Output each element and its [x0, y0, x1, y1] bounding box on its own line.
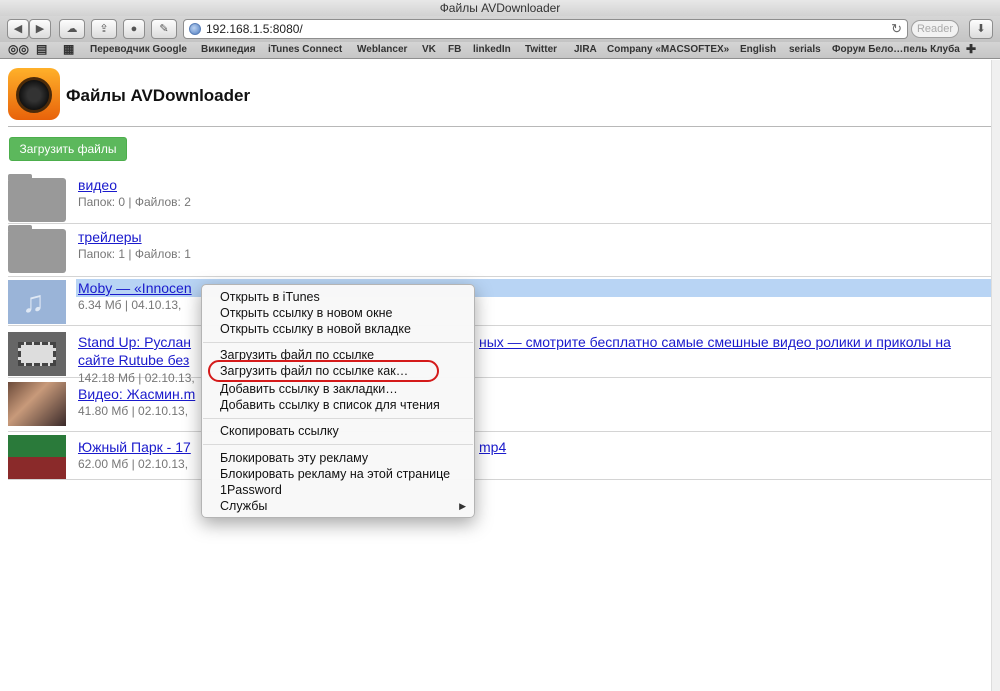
menu-item-open-new-window[interactable]: Открыть ссылку в новом окне — [220, 306, 392, 320]
list-item: видео Папок: 0 | Файлов: 2 — [8, 174, 991, 224]
bookmark-item[interactable]: linkedIn — [473, 44, 511, 55]
context-menu: Открыть в iTunes Открыть ссылку в новом … — [201, 284, 475, 518]
scrollbar[interactable] — [991, 60, 1000, 691]
file-link-continued[interactable]: ных — смотрите бесплатно самые смешные в… — [479, 334, 951, 350]
file-link[interactable]: Moby — «Innocen — [78, 280, 192, 296]
video-thumbnail — [8, 435, 66, 479]
submenu-arrow-icon: ▶ — [459, 501, 466, 511]
icloud-icon[interactable]: ☁ — [59, 19, 85, 39]
file-link[interactable]: Stand Up: Руслан — [78, 334, 191, 350]
bookmark-item[interactable]: iTunes Connect — [268, 44, 342, 55]
share-icon[interactable]: ⇪ — [91, 19, 117, 39]
bookmark-item[interactable]: Форум Бело…пель Клуба — [832, 44, 960, 55]
globe-icon — [189, 23, 201, 35]
reload-icon[interactable]: ↻ — [891, 21, 902, 37]
bookmark-item[interactable]: Переводчик Google — [90, 44, 187, 55]
menu-separator — [203, 444, 473, 445]
music-note-icon: ♫ — [22, 286, 45, 319]
reader-button[interactable]: Reader — [911, 20, 959, 38]
menu-item-1password[interactable]: 1Password — [220, 483, 282, 497]
reading-list-icon[interactable]: ◎◎ — [8, 42, 29, 56]
upload-files-button[interactable]: Загрузить файлы — [9, 137, 127, 161]
annotation-highlight-ring — [208, 360, 439, 382]
menu-item-services[interactable]: Службы — [220, 499, 267, 513]
menu-item-open-new-tab[interactable]: Открыть ссылку в новой вкладке — [220, 322, 411, 336]
menu-item-add-reading-list[interactable]: Добавить ссылку в список для чтения — [220, 398, 440, 412]
folder-meta: Папок: 0 | Файлов: 2 — [78, 195, 191, 209]
downloads-icon[interactable]: ⬇ — [969, 19, 993, 39]
bookmark-item[interactable]: FB — [448, 44, 461, 55]
bookmarks-book-icon[interactable]: ▤ — [36, 42, 47, 56]
file-link[interactable]: Видео: Жасмин.m — [78, 386, 195, 402]
music-thumbnail: ♫ — [8, 280, 66, 324]
list-item: Видео: Жасмин.m 41.80 Мб | 02.10.13, — [8, 380, 991, 432]
menu-separator — [203, 342, 473, 343]
menu-item-block-page-ads[interactable]: Блокировать рекламу на этой странице — [220, 467, 450, 481]
file-meta: 41.80 Мб | 02.10.13, — [78, 404, 189, 418]
bookmark-item[interactable]: JIRA — [574, 44, 597, 55]
browser-toolbar: ◀ ▶ ☁ ⇪ ● ✎ 192.168.1.5:8080/ ↻ Reader ⬇ — [0, 16, 1000, 42]
folder-icon — [8, 174, 66, 222]
bookmark-item[interactable]: Weblancer — [357, 44, 407, 55]
bookmark-item[interactable]: VK — [422, 44, 436, 55]
add-bookmark-icon[interactable]: ✚ — [966, 42, 976, 56]
file-meta: 6.34 Мб | 04.10.13, — [78, 298, 182, 312]
video-thumbnail — [8, 382, 66, 426]
bookmark-item[interactable]: Twitter — [525, 44, 557, 55]
film-reel-icon — [16, 77, 52, 113]
list-item: ♫ Moby — «Innocen 6.34 Мб | 04.10.13, — [8, 278, 991, 326]
menu-item-block-ad[interactable]: Блокировать эту рекламу — [220, 451, 368, 465]
back-button[interactable]: ◀ — [7, 19, 29, 39]
list-item: Южный Парк - 17 mp4 62.00 Мб | 02.10.13, — [8, 434, 991, 480]
menu-item-copy-link[interactable]: Скопировать ссылку — [220, 424, 339, 438]
bookmark-item[interactable]: Company «MACSOFTEX» — [607, 44, 729, 55]
wrench-icon[interactable]: ✎ — [151, 19, 177, 39]
folder-meta: Папок: 1 | Файлов: 1 — [78, 247, 191, 261]
top-sites-icon[interactable]: ▦ — [63, 42, 74, 56]
film-thumbnail — [8, 332, 66, 376]
menu-separator — [203, 418, 473, 419]
divider — [8, 126, 991, 127]
file-link-wrap[interactable]: сайте Rutube без — [78, 352, 189, 368]
list-item: трейлеры Папок: 1 | Файлов: 1 — [8, 225, 991, 277]
file-link-continued[interactable]: mp4 — [479, 439, 506, 455]
file-meta: 62.00 Мб | 02.10.13, — [78, 457, 189, 471]
adblock-icon[interactable]: ● — [123, 19, 145, 39]
bookmarks-bar: ◎◎ ▤ ▦ Переводчик Google Википедия iTune… — [0, 42, 1000, 59]
folder-link[interactable]: видео — [78, 177, 117, 193]
file-link[interactable]: Южный Парк - 17 — [78, 439, 191, 455]
folder-link[interactable]: трейлеры — [78, 229, 142, 245]
list-item: Stand Up: Руслан ных — смотрите бесплатн… — [8, 328, 991, 385]
browser-window: Файлы AVDownloader ◀ ▶ ☁ ⇪ ● ✎ 192.168.1… — [0, 0, 1000, 691]
bookmark-item[interactable]: Википедия — [201, 44, 255, 55]
window-title: Файлы AVDownloader — [0, 0, 1000, 16]
page-content: Файлы AVDownloader Загрузить файлы видео… — [0, 60, 1000, 691]
address-bar[interactable]: 192.168.1.5:8080/ ↻ — [183, 19, 908, 39]
url-text[interactable]: 192.168.1.5:8080/ — [206, 22, 303, 36]
menu-item-open-itunes[interactable]: Открыть в iTunes — [220, 290, 320, 304]
menu-item-add-bookmark[interactable]: Добавить ссылку в закладки… — [220, 382, 398, 396]
forward-button[interactable]: ▶ — [29, 19, 51, 39]
bookmark-item[interactable]: serials — [789, 44, 821, 55]
folder-icon — [8, 225, 66, 273]
page-title: Файлы AVDownloader — [66, 86, 251, 105]
app-logo — [8, 68, 60, 120]
bookmark-item[interactable]: English — [740, 44, 776, 55]
film-strip-icon — [18, 342, 56, 366]
